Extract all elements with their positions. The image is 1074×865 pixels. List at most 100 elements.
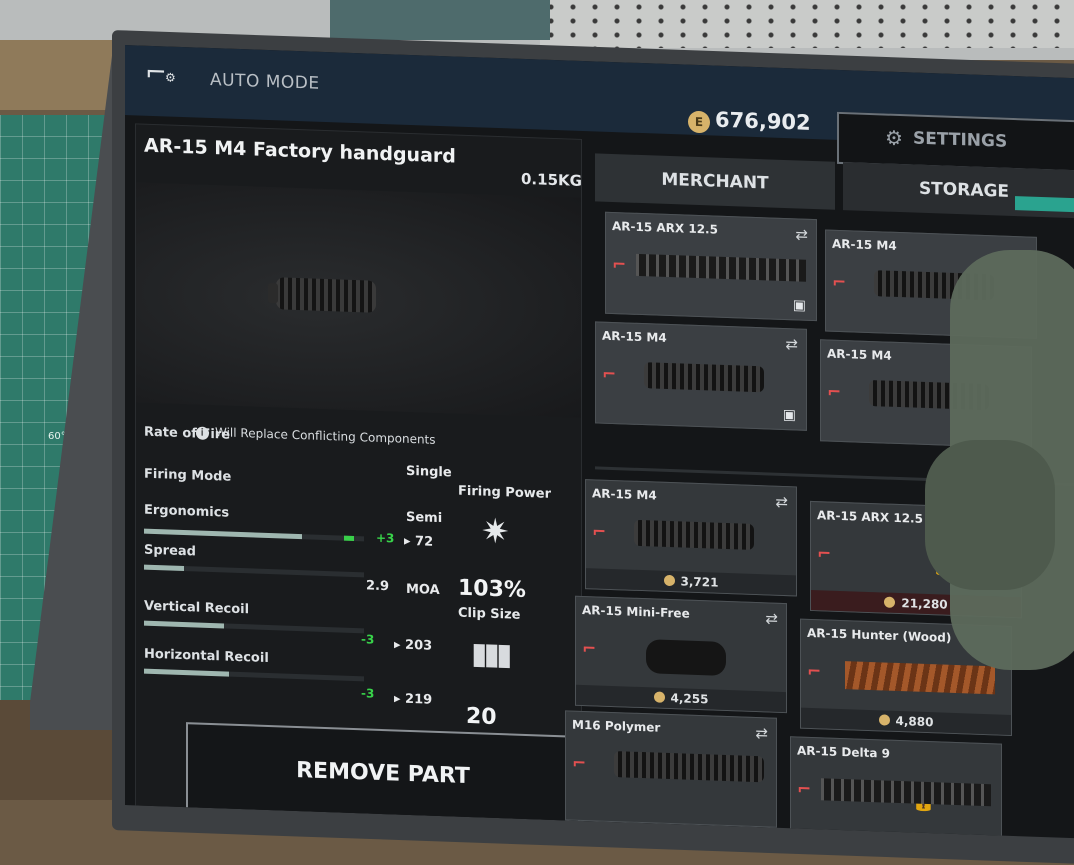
item-name: AR-15 M4 Factory handguard [144, 134, 456, 168]
gun-icon: ⌐ [827, 382, 842, 404]
part-name: AR-15 M4 [832, 236, 897, 253]
pegboard [540, 0, 1074, 48]
part-image [614, 751, 764, 783]
vertical-recoil-label: Vertical Recoil [144, 598, 250, 618]
spread-value: 2.9 [366, 578, 390, 595]
vertical-recoil-value: ▸ 203 [394, 637, 433, 654]
merchant-part-card[interactable]: AR-15 Mini-Free ⇄ ⌐ 4,255 [575, 595, 787, 714]
horizontal-recoil-fill [144, 668, 229, 677]
vertical-recoil-fill [144, 620, 224, 629]
part-name: M16 Polymer [572, 717, 661, 735]
owned-part-card[interactable]: AR-15 ARX 12.5 ⇄ ⌐ ▣ [605, 211, 817, 322]
rate-of-fire-label: Rate of Fire [144, 424, 231, 443]
crate [330, 0, 550, 40]
swap-icon[interactable]: ⇄ [785, 335, 798, 353]
ergonomics-value: ▸ 72 [404, 533, 434, 550]
spread-fill [144, 564, 184, 572]
horizontal-recoil-value: ▸ 219 [394, 691, 433, 708]
part-details-panel: AR-15 M4 Factory handguard 0.15KG i Will … [135, 123, 582, 831]
swap-icon[interactable]: ⇄ [775, 493, 788, 511]
tab-merchant[interactable]: MERCHANT [595, 153, 835, 210]
gun-icon: ⌐ [817, 544, 832, 565]
firing-mode-label: Firing Mode [144, 466, 232, 485]
mat-angle-label: 60° [48, 431, 66, 442]
firing-mode-single: Single [406, 463, 452, 481]
ergonomics-delta-fill [344, 535, 354, 541]
part-image [634, 519, 754, 550]
gun-icon: ⌐ [832, 272, 847, 294]
spread-label: Spread [144, 542, 196, 560]
part-image [821, 778, 991, 807]
mode-label: AUTO MODE [210, 69, 320, 94]
horizontal-recoil-delta: -3 [361, 686, 375, 701]
ergonomics-label: Ergonomics [144, 502, 230, 521]
swap-icon[interactable]: ⇄ [795, 225, 808, 243]
item-preview: i Will Replace Conflicting Components [136, 182, 581, 447]
spread-unit: MOA [406, 581, 440, 598]
ergonomics-bar [144, 528, 364, 542]
settings-gear-icon: ⚙ [885, 125, 903, 151]
storage-indicator [1015, 196, 1074, 213]
crate-icon: ▣ [782, 406, 796, 424]
coin-icon: E [688, 110, 710, 134]
part-image [636, 253, 806, 282]
part-image [644, 362, 764, 393]
swap-icon[interactable]: ⇄ [755, 724, 768, 742]
vertical-recoil-delta: -3 [361, 632, 375, 647]
gun-icon: ⌐ [807, 661, 822, 683]
horizontal-recoil-bar [144, 668, 364, 682]
price-tag: 4,255 [576, 684, 786, 713]
handguard-image [276, 277, 376, 313]
spread-bar [144, 564, 364, 578]
price-value: 21,280 [901, 596, 948, 612]
clip-size-value: 20 [466, 703, 497, 730]
balance: 676,902 [715, 107, 811, 135]
price-value: 4,255 [670, 691, 709, 707]
part-name: AR-15 M4 [592, 486, 657, 503]
gun-icon: ⌐ [797, 779, 812, 800]
part-image [646, 639, 726, 676]
owned-part-card[interactable]: AR-15 M4 ⇄ ⌐ ▣ [595, 321, 807, 431]
part-image [845, 661, 995, 695]
firing-power-label: Firing Power [458, 483, 551, 502]
swap-icon[interactable]: ⇄ [765, 609, 778, 627]
price-value: 3,721 [680, 574, 719, 590]
merchant-part-card[interactable]: AR-15 M4 ⇄ ⌐ 3,721 [585, 479, 797, 597]
clip-size-label: Clip Size [458, 605, 521, 623]
part-name: AR-15 Hunter (Wood) [807, 625, 952, 645]
workbench-screen: ⌐ ⚙ AUTO MODE E 676,902 ⚙ SETTINGS AR-15… [125, 45, 1074, 839]
vertical-recoil-bar [144, 620, 364, 634]
gun-icon: ⌐ [592, 522, 607, 543]
item-weight: 0.15KG [521, 169, 582, 190]
merchant-part-card[interactable]: M16 Polymer ⇄ ⌐ [565, 710, 777, 828]
horizontal-recoil-label: Horizontal Recoil [144, 646, 269, 667]
part-name: AR-15 M4 [602, 328, 667, 345]
merchant-part-card[interactable]: AR-15 Delta 9 ⌐ 🔒 [790, 736, 1002, 839]
gun-icon: ⌐ [602, 364, 617, 386]
ammo-icon: ▮▮▮ [471, 636, 509, 673]
firing-power-value: 103% [458, 575, 526, 604]
gun-icon: ⌐ [572, 753, 587, 775]
crate-icon: ▣ [792, 297, 806, 314]
burst-icon: ✷ [481, 511, 510, 553]
coin-icon [884, 596, 896, 608]
ergonomics-delta: +3 [376, 530, 395, 546]
player-hand-finger [925, 440, 1055, 590]
settings-label: SETTINGS [913, 128, 1008, 152]
part-name: AR-15 Mini-Free [582, 602, 690, 621]
price-tag: 4,880 [801, 707, 1011, 735]
part-name: AR-15 ARX 12.5 [612, 219, 718, 237]
price-tag: 3,721 [586, 568, 796, 596]
firing-mode-semi: Semi [406, 509, 443, 527]
coin-icon [878, 714, 890, 726]
gun-icon: ⌐ [582, 638, 597, 660]
part-name: AR-15 M4 [827, 346, 892, 363]
gun-icon: ⌐ [612, 255, 627, 276]
gear-icon: ⚙ [165, 70, 176, 85]
coin-icon [663, 574, 675, 587]
coin-icon [653, 691, 665, 703]
part-name: AR-15 Delta 9 [797, 743, 890, 761]
ergonomics-fill [144, 528, 302, 540]
part-name: AR-15 ARX 12.5 [817, 508, 923, 526]
price-value: 4,880 [895, 713, 934, 730]
